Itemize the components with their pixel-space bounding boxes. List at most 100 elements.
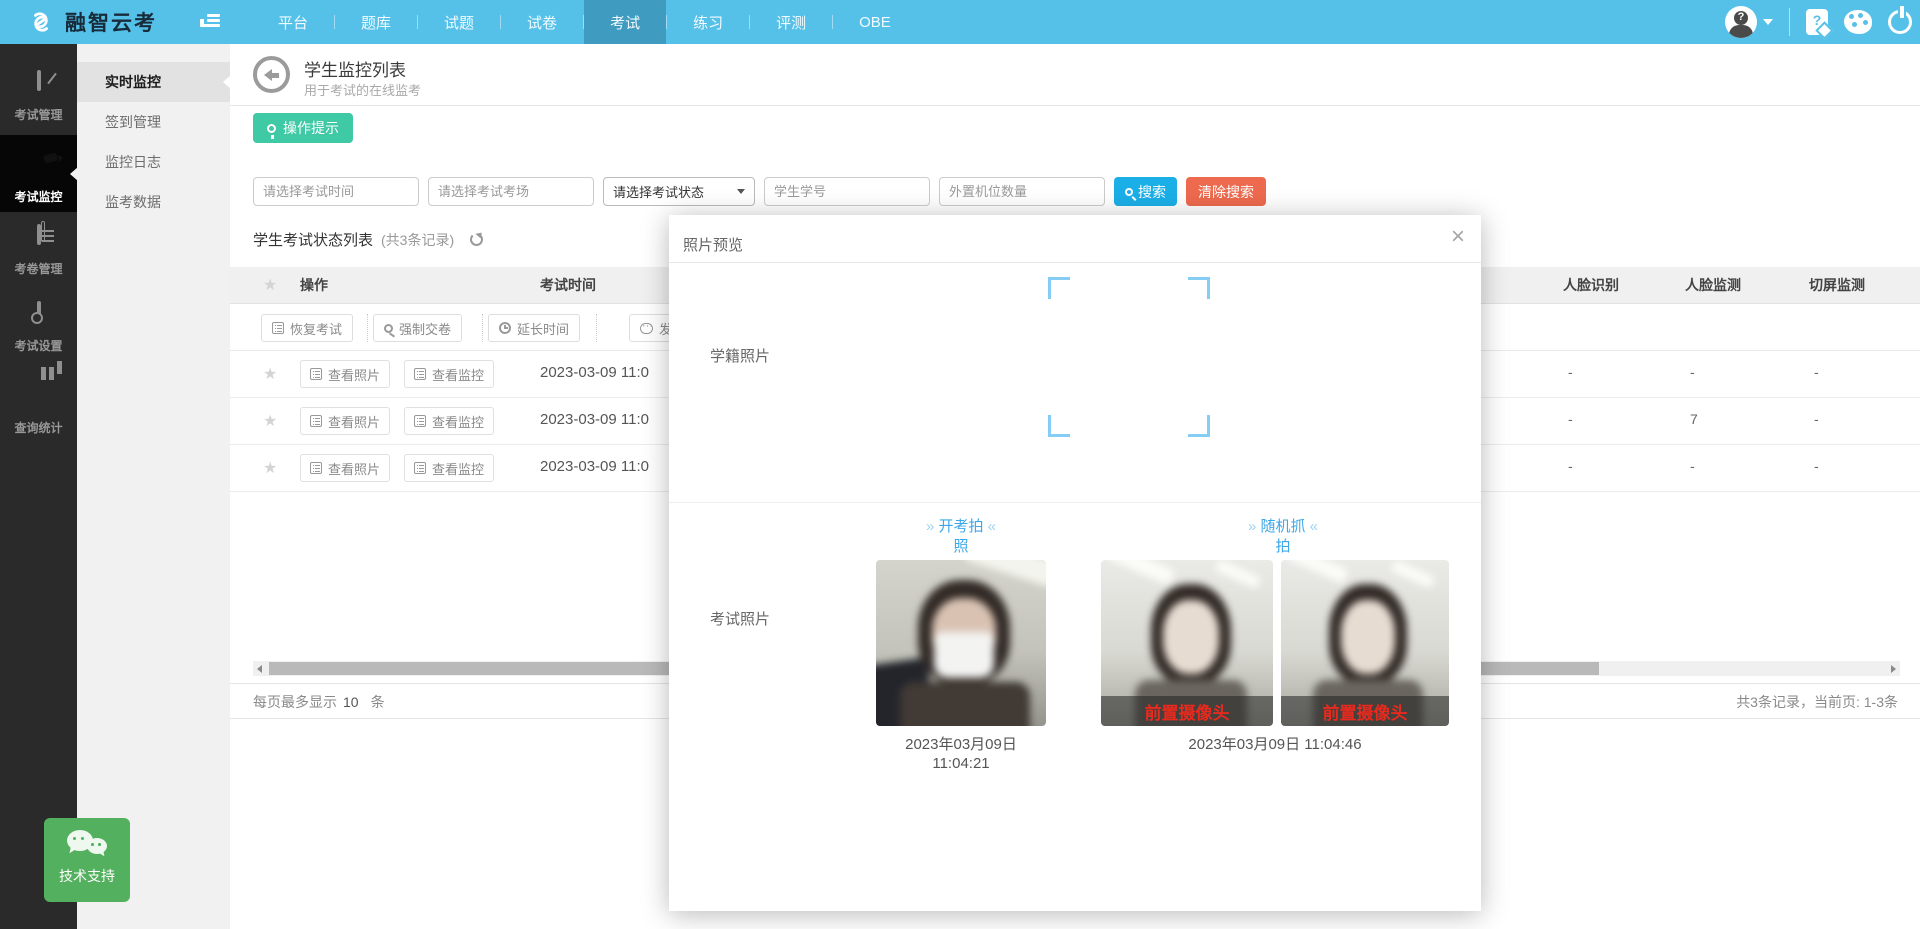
col-face-watch: 人脸监测 xyxy=(1685,267,1741,304)
list-count: (共3条记录) xyxy=(381,230,454,250)
force-submit-button[interactable]: 强制交卷 xyxy=(373,314,462,342)
face-id-cell: - xyxy=(1568,458,1573,474)
refresh-icon[interactable] xyxy=(470,233,483,246)
star-icon[interactable]: ★ xyxy=(263,450,277,487)
sidebar-item-exam-monitor[interactable]: 考试监控 xyxy=(0,135,77,212)
exam-room-input[interactable] xyxy=(428,177,594,206)
submenu-checkin[interactable]: 签到管理 xyxy=(77,102,230,142)
bar-chart-icon xyxy=(24,380,54,406)
theme-palette-icon[interactable] xyxy=(1844,10,1872,34)
student-id-input[interactable] xyxy=(764,177,930,206)
back-button[interactable] xyxy=(253,56,290,93)
star-icon[interactable]: ★ xyxy=(263,356,277,393)
logo-swirl-icon xyxy=(26,8,56,36)
nav-question-bank[interactable]: 题库 xyxy=(335,0,417,44)
random-capture-photo-2[interactable]: 前置摄像头 xyxy=(1281,560,1449,726)
form-icon xyxy=(414,415,426,427)
face-watch-cell: 7 xyxy=(1690,411,1698,427)
submenu-proctor-data[interactable]: 监考数据 xyxy=(77,182,230,222)
page-subtitle: 用于考试的在线监考 xyxy=(304,80,421,99)
close-icon[interactable]: × xyxy=(1451,225,1465,249)
nav-platform[interactable]: 平台 xyxy=(252,0,334,44)
per-page-select[interactable]: 10 xyxy=(343,694,365,710)
exam-settings-icon xyxy=(24,303,54,329)
star-icon[interactable]: ★ xyxy=(263,403,277,440)
scroll-right-icon[interactable] xyxy=(1891,665,1896,673)
form-icon xyxy=(310,462,322,474)
nav-evaluation[interactable]: 评测 xyxy=(750,0,832,44)
tips-button[interactable]: 操作提示 xyxy=(253,113,353,143)
monitor-camera-icon xyxy=(24,149,54,175)
exam-status-select[interactable]: 请选择考试状态 xyxy=(603,177,755,206)
avatar[interactable]: ? xyxy=(1725,6,1757,38)
enrollment-photo-label: 学籍照片 xyxy=(710,345,770,366)
random-capture-header[interactable]: » 随机抓 « 拍 xyxy=(1183,517,1383,557)
chevrons-right-icon: » xyxy=(1248,518,1256,535)
view-monitor-button[interactable]: 查看监控 xyxy=(404,454,494,482)
face-watch-cell: - xyxy=(1690,364,1695,380)
record-summary: 共3条记录，当前页: 1-3条 xyxy=(1736,684,1898,720)
random-capture-photo-1[interactable]: 前置摄像头 xyxy=(1101,560,1273,726)
search-icon xyxy=(1125,188,1133,196)
col-action: 操作 xyxy=(300,267,328,304)
help-doc-icon[interactable] xyxy=(1806,9,1828,35)
camera-overlay-band: 前置摄像头 xyxy=(1101,696,1273,726)
divider xyxy=(230,105,1920,106)
scroll-left-icon[interactable] xyxy=(257,665,262,673)
form-icon xyxy=(414,462,426,474)
divider xyxy=(596,314,597,342)
nav-practice[interactable]: 练习 xyxy=(667,0,749,44)
app-logo: 融智云考 xyxy=(26,0,157,44)
enrollment-photo-placeholder xyxy=(1048,277,1210,437)
view-photo-button[interactable]: 查看照片 xyxy=(300,407,390,435)
external-camera-input[interactable] xyxy=(939,177,1105,206)
divider xyxy=(1789,8,1790,36)
divider xyxy=(367,314,368,342)
logout-power-icon[interactable] xyxy=(1888,10,1912,34)
exam-time-input[interactable] xyxy=(253,177,419,206)
nav-papers[interactable]: 试卷 xyxy=(501,0,583,44)
list-title-row: 学生考试状态列表 (共3条记录) xyxy=(253,229,483,250)
chevrons-left-icon: « xyxy=(988,518,996,535)
photo-preview-modal: 照片预览 × 学籍照片 考试照片 » 开考拍 « 照 » 随机抓 « 拍 xyxy=(669,215,1481,911)
star-icon[interactable]: ★ xyxy=(263,267,277,304)
sidebar-item-exam-management[interactable]: 考试管理 xyxy=(0,58,77,135)
extend-time-button[interactable]: 延长时间 xyxy=(488,314,580,342)
resume-exam-button[interactable]: 恢复考试 xyxy=(261,314,353,342)
sidebar-item-exam-settings[interactable]: 考试设置 xyxy=(0,289,77,366)
divider xyxy=(669,502,1481,503)
view-photo-button[interactable]: 查看照片 xyxy=(300,454,390,482)
user-menu[interactable]: ? xyxy=(1725,6,1773,38)
list-title: 学生考试状态列表 xyxy=(253,229,373,250)
view-monitor-button[interactable]: 查看监控 xyxy=(404,407,494,435)
search-button[interactable]: 搜索 xyxy=(1114,177,1177,206)
menu-collapse-icon[interactable] xyxy=(200,14,220,30)
start-capture-header[interactable]: » 开考拍 « 照 xyxy=(861,517,1061,557)
chevrons-right-icon: » xyxy=(926,518,934,535)
chevron-down-icon xyxy=(737,189,745,194)
frame-corner-icon xyxy=(1048,277,1070,299)
wechat-icon xyxy=(67,830,107,860)
top-bar: 融智云考 平台 题库 试题 试卷 考试 练习 评测 OBE ? xyxy=(0,0,1920,44)
chat-icon xyxy=(640,323,653,334)
nav-questions[interactable]: 试题 xyxy=(418,0,500,44)
view-monitor-button[interactable]: 查看监控 xyxy=(404,360,494,388)
frame-corner-icon xyxy=(1048,415,1070,437)
tech-support-button[interactable]: 技术支持 xyxy=(44,818,130,902)
submenu-monitor-log[interactable]: 监控日志 xyxy=(77,142,230,182)
exam-time-cell: 2023-03-09 11:0 xyxy=(540,364,649,381)
form-icon xyxy=(272,322,284,334)
sidebar-item-paper-management[interactable]: 考卷管理 xyxy=(0,212,77,289)
exam-time-cell: 2023-03-09 11:0 xyxy=(540,458,649,475)
exam-board-icon xyxy=(24,72,54,98)
col-exam-time: 考试时间 xyxy=(540,267,596,304)
submenu-realtime-monitor[interactable]: 实时监控 xyxy=(77,62,230,102)
sidebar-item-statistics[interactable]: 查询统计 xyxy=(0,366,77,443)
nav-exam-active[interactable]: 考试 xyxy=(584,0,666,44)
view-photo-button[interactable]: 查看照片 xyxy=(300,360,390,388)
frame-corner-icon xyxy=(1188,277,1210,299)
start-capture-photo[interactable] xyxy=(876,560,1046,726)
nav-obe[interactable]: OBE xyxy=(833,0,917,44)
clear-search-button[interactable]: 清除搜索 xyxy=(1186,177,1266,206)
divider xyxy=(669,262,1481,263)
